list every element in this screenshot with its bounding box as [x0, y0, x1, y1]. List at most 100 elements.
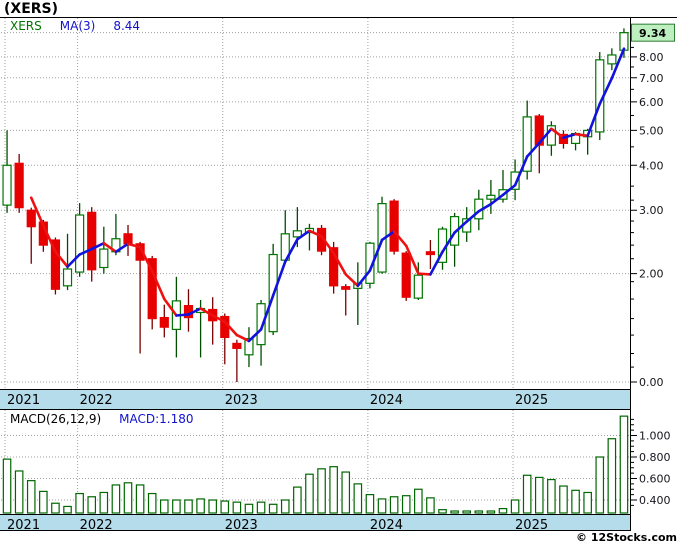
- macd-bar: [87, 496, 97, 514]
- macd-axis-label: 0.800: [639, 451, 671, 464]
- macd-bar: [244, 503, 254, 514]
- year-label: 2022: [80, 518, 113, 533]
- legend-item: MACD(26,12,9): [10, 412, 102, 426]
- macd-bar: [571, 489, 580, 514]
- price-axis-label: 7.00: [639, 72, 664, 85]
- macd-bar: [232, 501, 242, 514]
- candle-down: [389, 200, 399, 252]
- ma-line-segment: [344, 273, 360, 288]
- macd-bar: [220, 500, 230, 514]
- stock-chart-page: 2021 2022 2023 2024 2025 2021 2022 2023 2024 2025…: [0, 0, 680, 546]
- page-title: (XERS): [4, 1, 59, 17]
- ma-line-segment: [429, 250, 444, 276]
- macd-bar: [256, 501, 266, 514]
- macd-bar: [534, 476, 544, 514]
- candle-up: [486, 194, 496, 200]
- macd-bar: [365, 494, 375, 514]
- macd-bar: [111, 484, 121, 514]
- macd-bar: [353, 483, 363, 514]
- macd-bar: [184, 499, 193, 514]
- macd-bar: [208, 499, 217, 514]
- macd-bar: [159, 499, 169, 514]
- macd-bar: [172, 499, 181, 514]
- macd-bar: [280, 499, 290, 514]
- candle-down: [232, 342, 242, 349]
- macd-bar: [426, 497, 435, 514]
- year-label: 2024: [370, 393, 403, 408]
- candle-up: [75, 214, 85, 273]
- macd-bar: [510, 499, 520, 514]
- candle-down: [401, 252, 411, 298]
- candle-down: [341, 286, 351, 290]
- macd-bar: [401, 495, 411, 514]
- price-axis-label: 8.00: [639, 51, 664, 64]
- main-chart-legend: XERS MA(3) 8.44: [10, 19, 140, 33]
- macd-bar: [14, 470, 24, 514]
- price-axis-label: 3.00: [639, 204, 664, 217]
- candle-down: [26, 209, 36, 228]
- legend-item: XERS: [10, 19, 42, 33]
- macd-bar: [147, 492, 157, 514]
- year-label: 2025: [515, 393, 548, 408]
- macd-bar: [293, 486, 302, 514]
- legend-item: MACD:1.180: [119, 412, 194, 426]
- macd-bar: [583, 491, 592, 514]
- macd-legend: MACD(26,12,9) MACD:1.180: [10, 412, 194, 426]
- year-label: 2025: [515, 518, 548, 533]
- last-price-label: 9.34: [639, 27, 666, 40]
- macd-bar: [123, 482, 133, 514]
- macd-bar: [498, 508, 508, 514]
- price-axis-label: 6.00: [639, 96, 664, 109]
- macd-bar: [329, 466, 338, 514]
- macd-bar: [268, 503, 278, 514]
- macd-bar: [462, 510, 472, 514]
- price-axis-label: 5.00: [639, 124, 664, 137]
- macd-bar: [438, 509, 447, 514]
- candle-down: [425, 251, 436, 256]
- ma-line-segment: [175, 313, 190, 317]
- year-label: 2024: [370, 518, 403, 533]
- year-label: 2021: [7, 393, 40, 408]
- price-axis-label: 2.00: [639, 268, 664, 281]
- legend-item: 8.44: [113, 19, 141, 33]
- price-axis-label: 0.00: [639, 376, 664, 389]
- macd-bar: [2, 458, 12, 514]
- macd-bar: [486, 510, 496, 514]
- macd-bar: [341, 471, 351, 514]
- macd-bar: [63, 505, 72, 514]
- candle-down: [159, 316, 169, 328]
- candle-up: [607, 54, 617, 65]
- chart-canvas: 2021 2022 2023 2024 2025 2021 2022 2023 2024 2025…: [0, 17, 677, 533]
- macd-bar: [474, 510, 484, 514]
- candle-down: [123, 233, 133, 245]
- candle-down: [14, 162, 24, 209]
- year-label: 2021: [7, 518, 40, 533]
- macd-bar: [547, 478, 556, 514]
- macd-bar: [595, 456, 605, 514]
- candle-up: [62, 268, 73, 287]
- candle-up: [413, 274, 423, 299]
- macd-bar: [389, 496, 399, 514]
- macd-bar: [559, 485, 568, 514]
- macd-axis-label: 1.000: [639, 430, 671, 443]
- macd-bar: [607, 438, 617, 514]
- price-axis-label: 4.00: [639, 159, 664, 172]
- macd-bar: [522, 474, 532, 514]
- macd-axis-label: 0.600: [639, 473, 671, 486]
- macd-bar: [414, 488, 423, 514]
- watermark: © 12Stocks.com: [576, 531, 677, 544]
- ma-line-segment: [574, 132, 589, 138]
- macd-bar: [196, 498, 205, 514]
- candle-down: [87, 211, 97, 271]
- macd-axis-label: 0.400: [639, 494, 671, 507]
- legend-item: MA(3): [59, 19, 96, 33]
- macd-bar: [39, 490, 48, 514]
- macd-bar: [135, 484, 145, 514]
- macd-bar: [26, 480, 36, 514]
- macd-bar: [305, 473, 314, 514]
- candle-up: [99, 248, 109, 269]
- candle-up: [2, 164, 12, 206]
- macd-bar: [99, 491, 109, 514]
- year-label: 2023: [225, 393, 258, 408]
- year-label: 2022: [80, 393, 113, 408]
